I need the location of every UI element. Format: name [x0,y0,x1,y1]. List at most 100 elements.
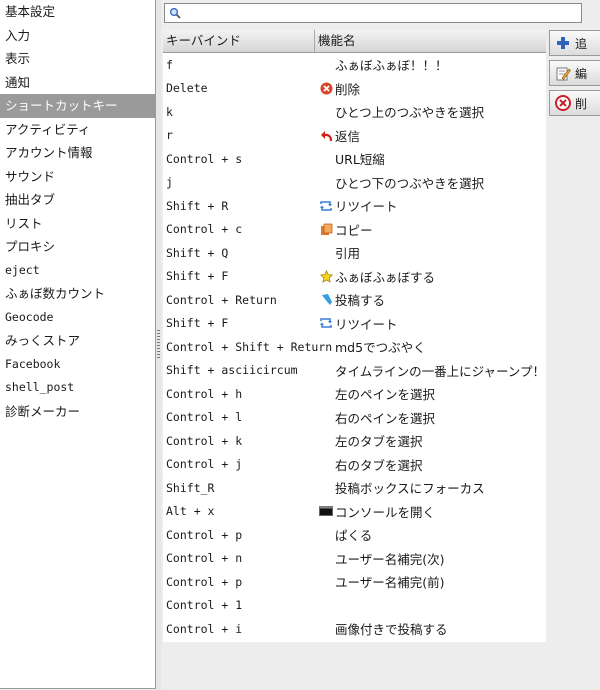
sidebar-item[interactable]: みっくストア [0,329,155,353]
keybind-cell: Delete [166,81,208,96]
shortcut-table: キーバインド 機能名 f ふぁぼふぁぼ！！！ Delete 削除 k ひとつ上のつぶやきを… [163,30,546,642]
edit-button[interactable]: 編 [549,60,600,86]
add-icon [555,35,571,51]
table-row[interactable]: f ふぁぼふぁぼ！！！ [163,53,546,77]
function-cell: リツイート [335,199,398,215]
no-icon [317,363,335,377]
function-cell: 引用 [335,246,361,262]
console-icon [317,504,335,518]
table-row[interactable]: Control + n ユーザー名補完(次) [163,547,546,571]
keybind-cell: f [166,57,173,72]
function-cell: 左のペインを選択 [335,387,436,403]
sidebar-item[interactable]: 通知 [0,71,155,95]
keybind-cell: Shift + F [166,269,229,284]
table-row[interactable]: Shift + Q 引用 [163,241,546,265]
keybind-cell: Control + l [166,410,243,425]
keybind-cell: Control + c [166,222,243,237]
table-row[interactable]: Control + Shift + Return md5でつぶやく [163,335,546,359]
sidebar-item[interactable]: サウンド [0,165,155,189]
table-row[interactable]: Shift_R 投稿ボックスにフォーカス [163,476,546,500]
column-header-keybind[interactable]: キーバインド [163,30,315,52]
no-icon [317,457,335,471]
sidebar-item[interactable]: 表示 [0,47,155,71]
table-row[interactable]: Control + c コピー [163,218,546,242]
function-cell: リツイート [335,316,398,332]
keybind-cell: Control + h [166,386,243,401]
delete-icon [317,81,335,95]
function-cell: ユーザー名補完(前) [335,575,445,591]
table-row[interactable]: Control + s URL短縮 [163,147,546,171]
search-input[interactable] [185,5,575,21]
keybind-cell: Control + 1 [166,598,243,613]
keybind-cell: j [166,175,173,190]
table-row[interactable]: Alt + x コンソールを開く [163,500,546,524]
function-cell: ユーザー名補完(次) [335,551,445,567]
table-header: キーバインド 機能名 [163,30,546,53]
keybind-cell: Control + p [166,574,243,589]
table-row[interactable]: Delete 削除 [163,77,546,101]
function-cell: 画像付きで投稿する [335,622,448,638]
keybind-cell: Control + Shift + Return [166,339,333,354]
function-cell: 右のタブを選択 [335,457,423,473]
sidebar-item[interactable]: ショートカットキー [0,94,155,118]
table-row[interactable]: Shift + R リツイート [163,194,546,218]
delete-icon [555,95,571,111]
search-box[interactable] [164,3,582,23]
function-cell: 右のペインを選択 [335,410,436,426]
sidebar-item[interactable]: ふぁぼ数カウント [0,282,155,306]
sidebar-item[interactable]: プロキシ [0,235,155,259]
no-icon [317,387,335,401]
no-icon [317,152,335,166]
function-cell: 削除 [335,81,361,97]
keybind-cell: Shift + R [166,198,229,213]
table-row[interactable]: Control + p ユーザー名補完(前) [163,570,546,594]
function-cell: ふぁぼふぁぼする [335,269,436,285]
sidebar-item[interactable]: アカウント情報 [0,141,155,165]
keybind-cell: Control + i [166,621,243,636]
function-cell: 投稿する [335,293,386,309]
search-icon [169,7,181,19]
table-row[interactable]: j ひとつ下のつぶやきを選択 [163,171,546,195]
sidebar-item[interactable]: Geocode [0,306,155,330]
sidebar-item[interactable]: 診断メーカー [0,400,155,424]
add-button[interactable]: 追 [549,30,600,56]
table-row[interactable]: Shift + asciicircum タイムラインの一番上にジャーンプ！ [163,359,546,383]
no-icon [317,575,335,589]
keybind-cell: k [166,104,173,119]
delete-button[interactable]: 削 [549,90,600,116]
keybind-cell: r [166,128,173,143]
table-row[interactable]: Control + 1 [163,594,546,618]
table-row[interactable]: Control + j 右のタブを選択 [163,453,546,477]
table-row[interactable]: r 返信 [163,124,546,148]
table-row[interactable]: Control + i 画像付きで投稿する [163,617,546,641]
sidebar-item[interactable]: eject [0,259,155,283]
splitter-grip[interactable] [157,330,160,360]
keybind-cell: Shift + Q [166,245,229,260]
sidebar-item[interactable]: 抽出タブ [0,188,155,212]
keybind-cell: Control + n [166,551,243,566]
no-icon [317,340,335,354]
retweet-icon [317,199,335,213]
table-row[interactable]: Control + Return 投稿する [163,288,546,312]
edit-button-label: 編 [575,66,588,81]
sidebar-item[interactable]: アクティビティ [0,118,155,142]
column-header-function[interactable]: 機能名 [315,30,356,52]
keybind-cell: Shift_R [166,480,215,495]
pane-splitter[interactable] [156,0,161,690]
table-row[interactable]: Shift + F リツイート [163,312,546,336]
sidebar-item[interactable]: Facebook [0,353,155,377]
no-icon [317,598,335,612]
keybind-cell: Control + Return [166,292,277,307]
retweet-icon [317,316,335,330]
table-row[interactable]: Shift + F ふぁぼふぁぼする [163,265,546,289]
sidebar-item[interactable]: 入力 [0,24,155,48]
table-row[interactable]: Control + l 右のペインを選択 [163,406,546,430]
table-row[interactable]: Control + p ぱくる [163,523,546,547]
table-row[interactable]: Control + k 左のタブを選択 [163,429,546,453]
sidebar-item[interactable]: 基本設定 [0,0,155,24]
table-row[interactable]: k ひとつ上のつぶやきを選択 [163,100,546,124]
sidebar-item[interactable]: shell_post [0,376,155,400]
sidebar-item[interactable]: リスト [0,212,155,236]
no-icon [317,528,335,542]
table-row[interactable]: Control + h 左のペインを選択 [163,382,546,406]
